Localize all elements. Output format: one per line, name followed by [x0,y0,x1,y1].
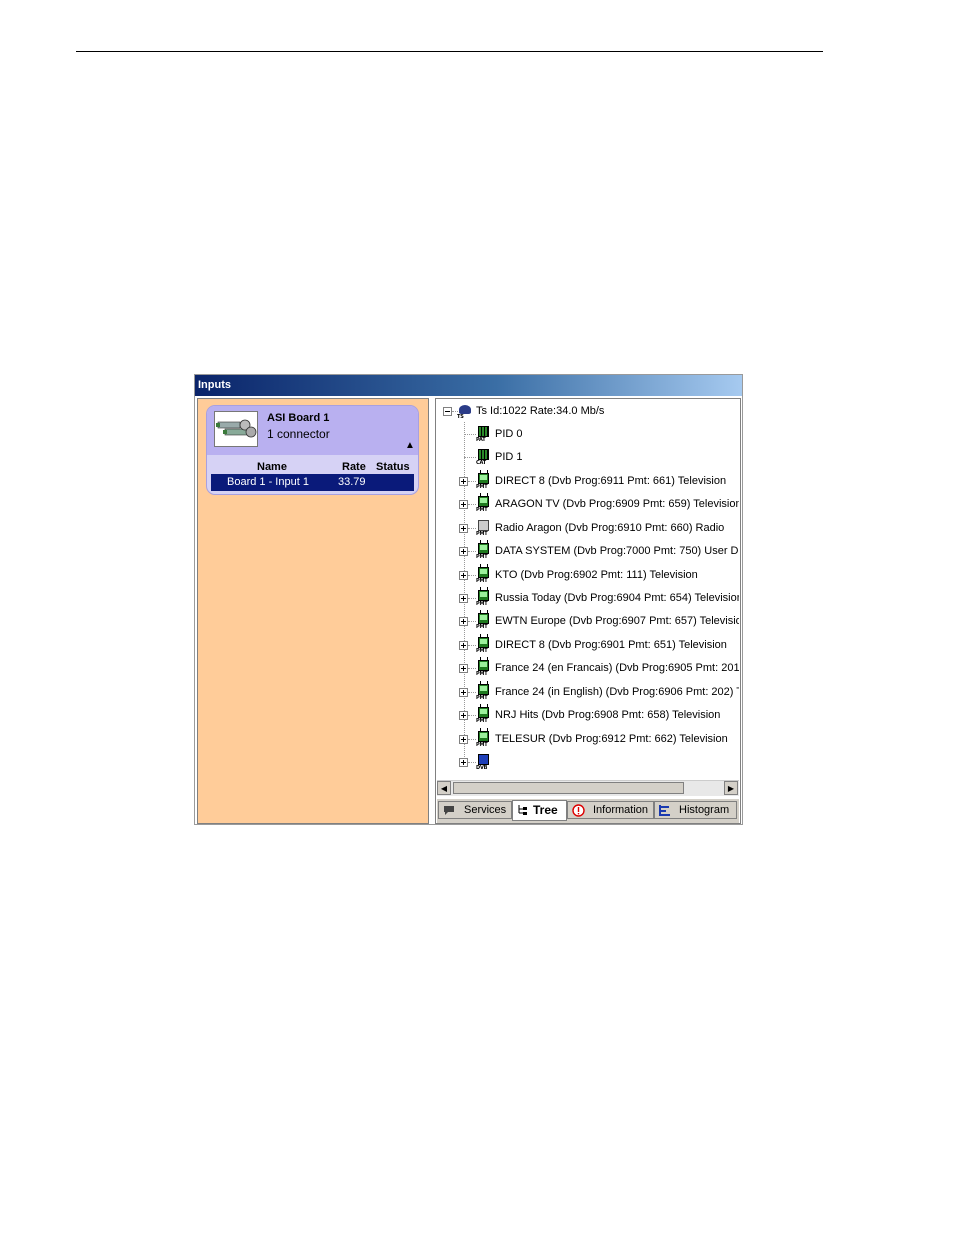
input-row-selected[interactable]: Board 1 - Input 1 33.79 [211,474,414,491]
tree-node-label: EWTN Europe (Dvb Prog:6907 Pmt: 657) Tel… [495,615,739,627]
tree-node-cat[interactable]: CAT PID 1 [437,446,739,468]
television-service-icon: PMT [476,658,492,678]
tree-node-service[interactable]: PMT TELESUR (Dvb Prog:6912 Pmt: 662) Tel… [437,728,739,750]
tree-root-label: Ts Id:1022 Rate:34.0 Mb/s [476,405,605,417]
input-name: Board 1 - Input 1 [227,476,309,488]
view-tabbar: Services Tree Information Histogram [437,799,739,823]
tree-node-service[interactable]: PMT Russia Today (Dvb Prog:6904 Pmt: 654… [437,587,739,609]
collapse-node-icon[interactable] [443,407,452,416]
tab-histogram[interactable]: Histogram [654,801,737,819]
stream-tree[interactable]: TS Ts Id:1022 Rate:34.0 Mb/s PAT PID 0 C… [437,400,739,779]
board-card-header[interactable]: ASI Board 1 1 connector ▲ [207,406,418,455]
tree-node-dvb[interactable]: DVB [437,751,739,773]
expand-node-icon[interactable] [459,594,468,603]
expand-node-icon[interactable] [459,571,468,580]
board-card[interactable]: ASI Board 1 1 connector ▲ Name Rate Stat… [206,405,419,495]
tree-node-label: France 24 (in English) (Dvb Prog:6906 Pm… [495,686,739,698]
expand-node-icon[interactable] [459,711,468,720]
tree-node-label: DIRECT 8 (Dvb Prog:6901 Pmt: 651) Televi… [495,639,727,651]
television-service-icon: PMT [476,705,492,725]
inputs-board-panel: ASI Board 1 1 connector ▲ Name Rate Stat… [197,398,429,824]
tree-node-service[interactable]: PMT Radio Aragon (Dvb Prog:6910 Pmt: 660… [437,517,739,539]
tree-node-label: PID 1 [495,451,523,463]
scrollbar-thumb[interactable] [453,782,684,794]
tree-node-label: PID 0 [495,428,523,440]
scroll-left-icon[interactable]: ◀ [437,781,451,795]
horizontal-scrollbar[interactable]: ◀ ▶ [437,780,739,796]
page-top-rule [76,51,823,52]
tab-information[interactable]: Information [567,801,654,819]
tab-histogram-label: Histogram [679,804,730,816]
tree-node-label: ARAGON TV (Dvb Prog:6909 Pmt: 659) Telev… [495,498,739,510]
board-connector-count: 1 connector [267,427,330,441]
tree-node-label: France 24 (en Francais) (Dvb Prog:6905 P… [495,662,739,674]
television-service-icon: PMT [476,611,492,631]
column-header-status[interactable]: Status [376,461,410,473]
expand-node-icon[interactable] [459,524,468,533]
expand-node-icon[interactable] [459,547,468,556]
tree-node-service[interactable]: PMT France 24 (en Francais) (Dvb Prog:69… [437,657,739,679]
tree-node-label: DIRECT 8 (Dvb Prog:6911 Pmt: 661) Televi… [495,475,727,487]
expand-node-icon[interactable] [459,664,468,673]
tree-node-label: Russia Today (Dvb Prog:6904 Pmt: 654) Te… [495,592,739,604]
tab-tree[interactable]: Tree [512,800,567,821]
tree-node-pat[interactable]: PAT PID 0 [437,423,739,445]
information-icon [572,804,585,817]
tree-node-label: Radio Aragon (Dvb Prog:6910 Pmt: 660) Ra… [495,522,725,534]
expand-node-icon[interactable] [459,758,468,767]
television-service-icon: PMT [476,635,492,655]
pat-table-icon: PAT [476,424,492,444]
television-service-icon: PMT [476,541,492,561]
television-service-icon: PMT [476,471,492,491]
tree-node-service[interactable]: PMT KTO (Dvb Prog:6902 Pmt: 111) Televis… [437,564,739,586]
column-header-rate[interactable]: Rate [342,461,366,473]
television-service-icon: PMT [476,682,492,702]
expand-node-icon[interactable] [459,688,468,697]
stream-tree-panel: TS Ts Id:1022 Rate:34.0 Mb/s PAT PID 0 C… [435,398,741,824]
tab-information-label: Information [593,804,649,816]
tree-node-root[interactable]: TS Ts Id:1022 Rate:34.0 Mb/s [437,400,739,422]
tab-services[interactable]: Services [438,801,512,819]
tree-node-service[interactable]: PMT France 24 (in English) (Dvb Prog:690… [437,681,739,703]
cat-table-icon: CAT [476,447,492,467]
radio-service-icon: PMT [476,518,492,538]
television-service-icon: PMT [476,729,492,749]
tree-node-service[interactable]: PMT NRJ Hits (Dvb Prog:6908 Pmt: 658) Te… [437,704,739,726]
tree-node-service[interactable]: PMT ARAGON TV (Dvb Prog:6909 Pmt: 659) T… [437,493,739,515]
inputs-window: Inputs ASI Board 1 1 connector ▲ Name Ra… [194,374,743,825]
window-title: Inputs [198,379,231,391]
tree-node-service[interactable]: PMT EWTN Europe (Dvb Prog:6907 Pmt: 657)… [437,610,739,632]
television-service-icon: PMT [476,588,492,608]
services-icon [443,805,455,816]
transport-stream-icon: TS [457,401,473,421]
expand-node-icon[interactable] [459,641,468,650]
tree-node-service[interactable]: PMT DIRECT 8 (Dvb Prog:6901 Pmt: 651) Te… [437,634,739,656]
expand-node-icon[interactable] [459,500,468,509]
tree-icon [517,804,529,815]
tree-node-service[interactable]: PMT DATA SYSTEM (Dvb Prog:7000 Pmt: 750)… [437,540,739,562]
tree-node-label: TELESUR (Dvb Prog:6912 Pmt: 662) Televis… [495,733,728,745]
scroll-right-icon[interactable]: ▶ [724,781,738,795]
television-service-icon: PMT [476,494,492,514]
expand-node-icon[interactable] [459,477,468,486]
asi-connector-icon [214,411,258,447]
dvb-table-icon: DVB [476,752,492,772]
board-name: ASI Board 1 [267,412,330,424]
collapse-arrow-icon[interactable]: ▲ [405,440,415,451]
tree-node-service[interactable]: PMT DIRECT 8 (Dvb Prog:6911 Pmt: 661) Te… [437,470,739,492]
expand-node-icon[interactable] [459,735,468,744]
tree-node-label: DATA SYSTEM (Dvb Prog:7000 Pmt: 750) Use… [495,545,739,557]
television-service-icon: PMT [476,565,492,585]
window-titlebar[interactable]: Inputs [195,375,742,396]
tab-services-label: Services [464,804,507,816]
input-rate: 33.79 [338,476,366,488]
tree-node-label: KTO (Dvb Prog:6902 Pmt: 111) Television [495,569,698,581]
column-header-name[interactable]: Name [257,461,287,473]
tree-node-label: NRJ Hits (Dvb Prog:6908 Pmt: 658) Televi… [495,709,721,721]
tab-tree-label: Tree [533,803,558,817]
histogram-icon [659,805,671,816]
expand-node-icon[interactable] [459,617,468,626]
